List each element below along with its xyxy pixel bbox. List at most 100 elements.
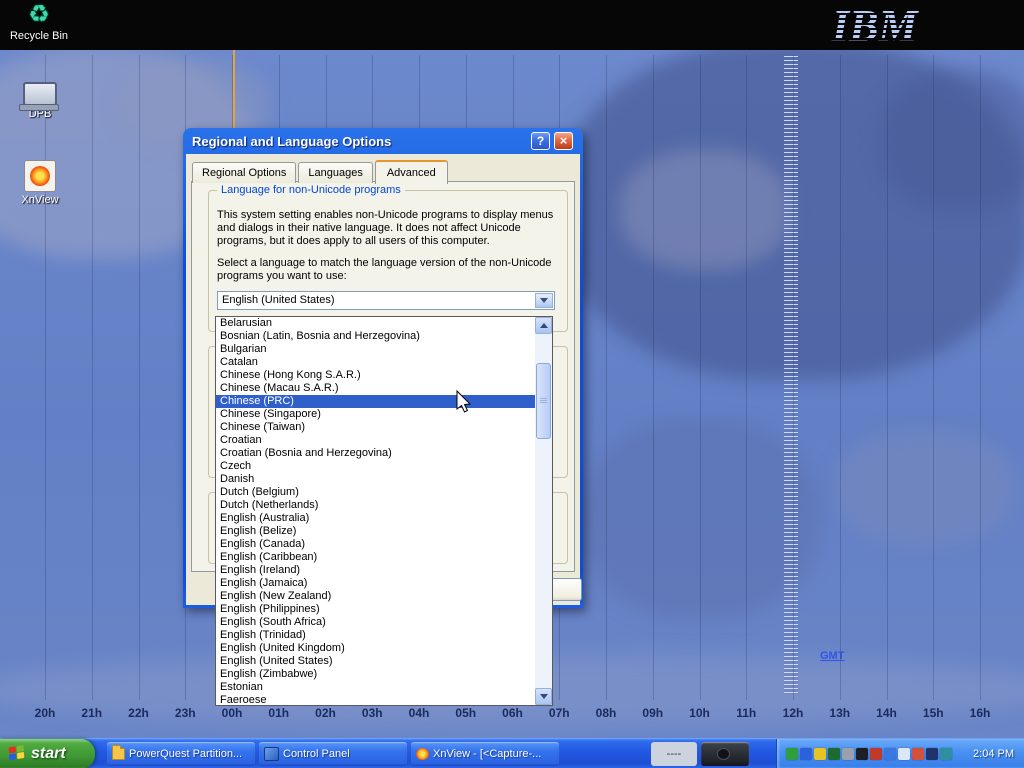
taskbar-button[interactable]: PowerQuest Partition...: [107, 742, 255, 766]
dropdown-item[interactable]: Chinese (Hong Kong S.A.R.): [216, 369, 535, 382]
cd-icon: [717, 748, 730, 760]
dropdown-item[interactable]: Chinese (PRC): [216, 395, 535, 408]
close-button[interactable]: ×: [554, 132, 573, 150]
taskbar-button[interactable]: Control Panel: [259, 742, 407, 766]
scrollbar-thumb[interactable]: [536, 363, 551, 439]
map-landmass: [620, 150, 790, 270]
dropdown-item[interactable]: English (Ireland): [216, 564, 535, 577]
dropdown-item[interactable]: Czech: [216, 460, 535, 473]
tray-icon-safely-remove[interactable]: [786, 748, 798, 760]
dropdown-item[interactable]: Chinese (Taiwan): [216, 421, 535, 434]
taskbar-button-label: PowerQuest Partition...: [129, 748, 242, 760]
description-text: This system setting enables non-Unicode …: [217, 209, 558, 248]
dropdown-item[interactable]: English (Philippines): [216, 603, 535, 616]
dropdown-item[interactable]: English (United States): [216, 655, 535, 668]
tray-icon-usb[interactable]: [842, 748, 854, 760]
tray-icon-messenger[interactable]: [800, 748, 812, 760]
dropdown-item[interactable]: Chinese (Singapore): [216, 408, 535, 421]
dropdown-item[interactable]: English (Caribbean): [216, 551, 535, 564]
scroll-up-icon[interactable]: [535, 317, 552, 334]
dropdown-items: BelarusianBosnian (Latin, Bosnia and Her…: [216, 317, 535, 705]
dropdown-item[interactable]: Faeroese: [216, 694, 535, 705]
timezone-line: [606, 55, 607, 700]
start-button[interactable]: start: [0, 739, 95, 768]
desktop-icon-xnview[interactable]: XnView: [8, 160, 72, 206]
tray-icon-volume[interactable]: [898, 748, 910, 760]
tray-icon-scheduler[interactable]: [926, 748, 938, 760]
hour-label: 04h: [409, 706, 430, 720]
dropdown-item[interactable]: Bosnian (Latin, Bosnia and Herzegovina): [216, 330, 535, 343]
taskbar-button-label: Control Panel: [283, 748, 350, 760]
desktop: GMT 20h21h22h23h00h01h02h03h04h05h06h07h…: [0, 0, 1024, 768]
taskbar-button[interactable]: ----: [651, 742, 697, 766]
tray-icon-sync[interactable]: [940, 748, 952, 760]
system-tray: 2:04 PM: [776, 739, 1024, 768]
tray-icon-network[interactable]: [884, 748, 896, 760]
dropdown-item[interactable]: Croatian: [216, 434, 535, 447]
hour-label: 14h: [876, 706, 897, 720]
recycle-bin-icon[interactable]: ♻ Recycle Bin: [8, 2, 70, 42]
map-date-line-hatch: [784, 56, 798, 694]
dropdown-item[interactable]: English (Australia): [216, 512, 535, 525]
dropdown-item[interactable]: English (South Africa): [216, 616, 535, 629]
scrollbar[interactable]: [535, 317, 552, 705]
tray-icon-vpn[interactable]: [828, 748, 840, 760]
map-landmass: [880, 70, 1024, 210]
taskbar-button[interactable]: XnView - [<Capture-...: [411, 742, 559, 766]
dropdown-item[interactable]: English (Belize): [216, 525, 535, 538]
help-button[interactable]: ?: [531, 132, 550, 150]
taskbar-button-label: XnView - [<Capture-...: [433, 748, 541, 760]
non-unicode-groupbox: Language for non-Unicode programs This s…: [208, 190, 568, 332]
hour-label: 10h: [689, 706, 710, 720]
tray-icon-display[interactable]: [856, 748, 868, 760]
mouse-cursor: [456, 390, 474, 421]
dropdown-item[interactable]: English (Jamaica): [216, 577, 535, 590]
dropdown-item[interactable]: English (New Zealand): [216, 590, 535, 603]
dropdown-item[interactable]: Belarusian: [216, 317, 535, 330]
taskbar-button[interactable]: [701, 742, 749, 766]
groupbox-caption: Language for non-Unicode programs: [217, 184, 405, 196]
hour-label: 16h: [970, 706, 991, 720]
dropdown-item[interactable]: Croatian (Bosnia and Herzegovina): [216, 447, 535, 460]
hour-label: 05h: [455, 706, 476, 720]
dropdown-item[interactable]: Estonian: [216, 681, 535, 694]
timezone-line: [45, 55, 46, 700]
xnview-app-icon: [24, 160, 56, 192]
hour-label: 23h: [175, 706, 196, 720]
tab-bar: Regional OptionsLanguagesAdvanced: [192, 160, 450, 183]
dropdown-item[interactable]: Danish: [216, 473, 535, 486]
dropdown-item[interactable]: Bulgarian: [216, 343, 535, 356]
tab-advanced[interactable]: Advanced: [375, 160, 448, 184]
window-titlebar[interactable]: Regional and Language Options ? ×: [186, 128, 580, 154]
taskbar: start PowerQuest Partition... Control Pan…: [0, 738, 1024, 768]
timezone-line: [793, 55, 794, 700]
tray-icon-antivirus[interactable]: [870, 748, 882, 760]
xnview-icon: [416, 748, 429, 760]
dropdown-item[interactable]: English (Zimbabwe): [216, 668, 535, 681]
tray-icon-alert[interactable]: [912, 748, 924, 760]
tab-regional-options[interactable]: Regional Options: [192, 162, 296, 183]
combobox-dropdown-icon[interactable]: [535, 293, 553, 308]
dropdown-item[interactable]: Dutch (Belgium): [216, 486, 535, 499]
timezone-line: [980, 55, 981, 700]
tray-icon-update-shield[interactable]: [814, 748, 826, 760]
language-combobox[interactable]: English (United States): [217, 291, 555, 310]
dropdown-item[interactable]: Dutch (Netherlands): [216, 499, 535, 512]
laptop-icon: [23, 82, 57, 106]
dropdown-item[interactable]: English (Canada): [216, 538, 535, 551]
hour-label: 21h: [81, 706, 102, 720]
scroll-down-icon[interactable]: [535, 688, 552, 705]
timezone-line: [840, 55, 841, 700]
timezone-line: [887, 55, 888, 700]
hour-label: 06h: [502, 706, 523, 720]
tab-languages[interactable]: Languages: [298, 162, 372, 183]
hour-label: 20h: [35, 706, 56, 720]
dropdown-item[interactable]: Catalan: [216, 356, 535, 369]
hour-label: 12h: [783, 706, 804, 720]
ibm-logo-icon: IBM: [828, 0, 968, 55]
desktop-icon-dpb[interactable]: DPB: [8, 82, 72, 120]
clock[interactable]: 2:04 PM: [973, 748, 1014, 760]
dropdown-item[interactable]: Chinese (Macau S.A.R.): [216, 382, 535, 395]
dropdown-item[interactable]: English (Trinidad): [216, 629, 535, 642]
dropdown-item[interactable]: English (United Kingdom): [216, 642, 535, 655]
